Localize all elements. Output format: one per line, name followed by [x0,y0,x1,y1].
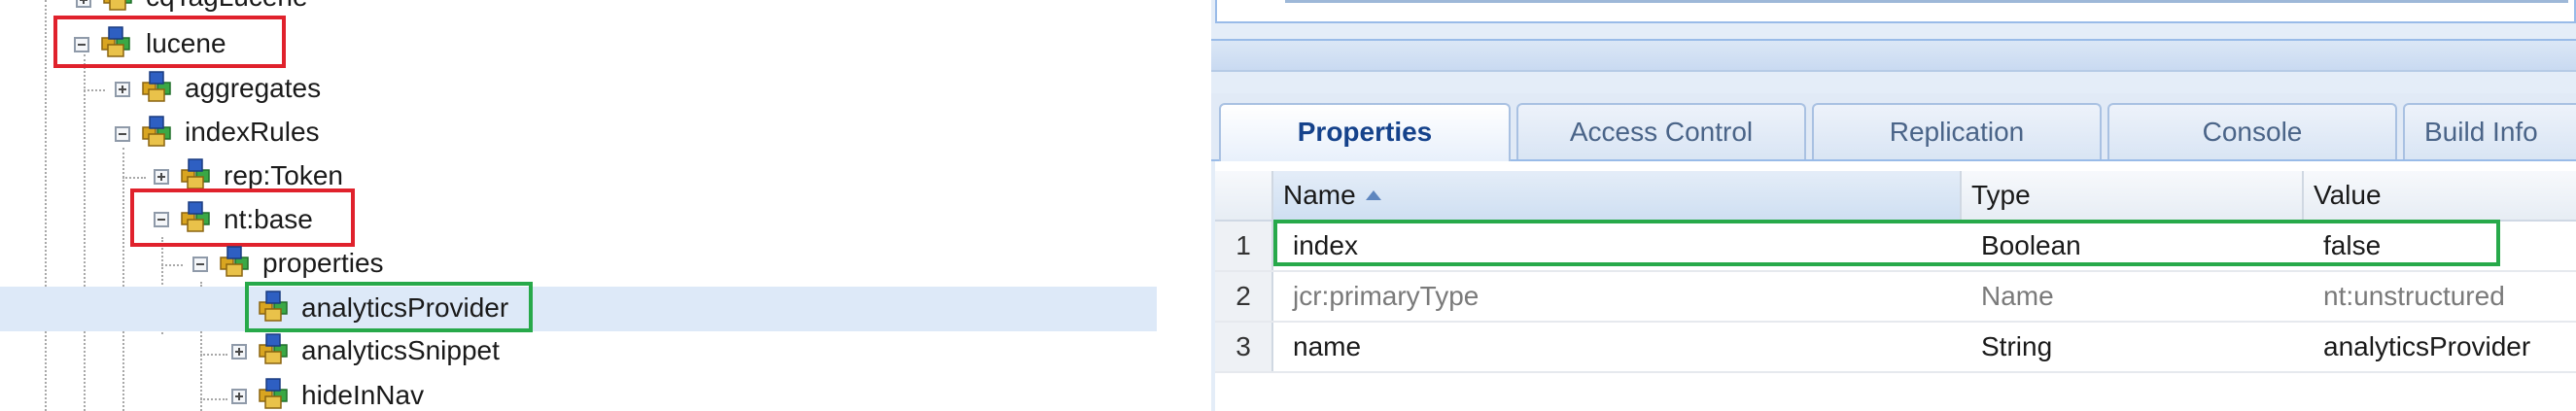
node-icon [103,0,132,11]
annotation-green-box-index-row [1273,220,2500,266]
node-icon [220,246,249,277]
tab-label: Replication [1889,117,2025,147]
editor-scroll-edge [1285,0,2568,3]
properties-grid: Name Type Value 1 index Boolean false 2 … [1215,161,2576,411]
tab-access-control[interactable]: Access Control [1516,103,1806,159]
expand-icon[interactable] [115,82,130,97]
tab-console[interactable]: Console [2107,103,2397,159]
sort-ascending-icon [1365,189,1381,200]
tab-build-info[interactable]: Build Info [2403,103,2576,159]
row-number: 1 [1215,222,1273,270]
cell-name[interactable]: jcr:primaryType [1283,272,1479,321]
tree-node-label: cqTagLucene [146,0,308,14]
tree-node-label: analyticsSnippet [301,335,500,365]
node-icon [142,71,171,102]
column-header-value[interactable]: Value [2304,171,2576,220]
expand-icon[interactable] [231,344,247,360]
expand-icon[interactable] [76,0,91,8]
tab-properties[interactable]: Properties [1219,103,1511,161]
table-row[interactable]: 2 jcr:primaryType Name nt:unstructured [1215,272,2576,323]
column-header-label: Value [2314,180,2382,210]
cell-name[interactable]: name [1283,323,1361,371]
row-number: 2 [1215,272,1273,321]
tab-label: Console [2202,117,2303,147]
tab-label: Build Info [2424,117,2538,147]
table-row[interactable]: 3 name String analyticsProvider [1215,323,2576,373]
tree-node-label: indexRules [185,117,320,147]
annotation-green-box-analyticsprovider [245,282,533,332]
tree-node-label: hideInNav [301,380,425,410]
annotation-red-box-nt-base [130,188,355,247]
row-number: 3 [1215,323,1273,371]
cell-type[interactable]: Name [1971,272,2054,321]
node-icon [142,116,171,147]
column-header-label: Type [1971,180,2031,210]
panel-header-bar [1211,39,2576,72]
cell-value[interactable]: nt:unstructured [2314,272,2505,321]
editor-area-bottom-edge [1215,0,2576,23]
tab-label: Access Control [1569,117,1754,147]
column-header-name[interactable]: Name [1273,171,1962,220]
node-icon [181,158,210,189]
expand-icon[interactable] [154,169,169,185]
cell-value[interactable]: analyticsProvider [2314,323,2530,371]
cell-type[interactable]: String [1971,323,2052,371]
collapse-icon[interactable] [192,257,208,272]
properties-panel: Properties Access Control Replication Co… [1211,0,2576,411]
column-header-type[interactable]: Type [1962,171,2304,220]
node-tree: cqTagLucene lucene aggregates [0,0,1157,411]
tree-node-label: rep:Token [224,160,343,190]
tab-strip: Properties Access Control Replication Co… [1211,93,2576,161]
tree-node-label: aggregates [185,73,322,103]
node-icon [259,333,288,364]
tab-replication[interactable]: Replication [1812,103,2102,159]
row-number-header [1215,171,1273,220]
grid-header: Name Type Value [1215,171,2576,222]
annotation-red-box-lucene [53,16,286,68]
node-icon [259,378,288,409]
tab-label: Properties [1297,117,1433,147]
expand-icon[interactable] [231,389,247,404]
selected-row-highlight [0,287,1157,331]
column-header-label: Name [1283,180,1356,210]
collapse-icon[interactable] [115,126,130,142]
tree-node-label: properties [262,248,384,278]
